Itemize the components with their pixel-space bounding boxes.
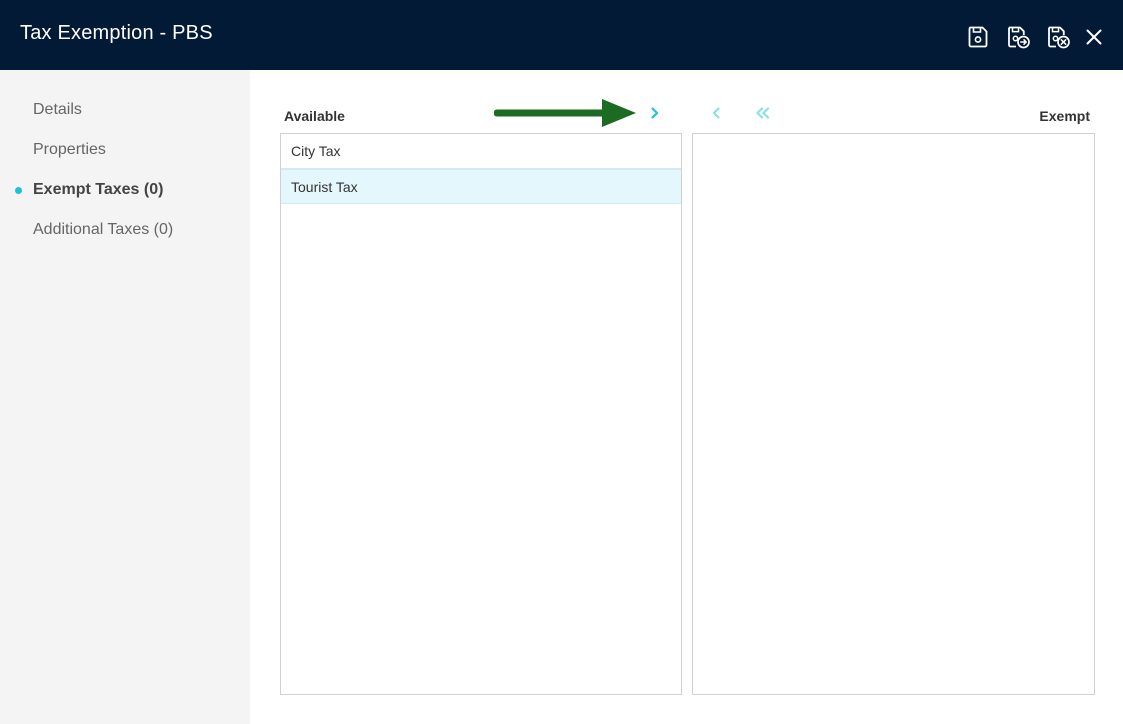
exempt-list-label: Exempt — [1039, 108, 1090, 124]
window-title: Tax Exemption - PBS — [20, 22, 213, 44]
exempt-list[interactable] — [692, 133, 1095, 695]
list-item-selected[interactable]: Tourist Tax — [281, 169, 681, 204]
window-header: Tax Exemption - PBS — [0, 0, 1123, 70]
move-left-button[interactable] — [706, 104, 726, 122]
save-and-close-icon[interactable] — [1045, 24, 1071, 50]
sidebar-item-details[interactable]: Details — [33, 101, 82, 119]
available-list-label: Available — [284, 108, 345, 124]
sidebar-item-additional-taxes[interactable]: Additional Taxes (0) — [33, 221, 173, 239]
active-indicator-dot — [15, 187, 22, 194]
move-all-left-button[interactable] — [752, 104, 772, 122]
sidebar: Details Properties Exempt Taxes (0) Addi… — [0, 70, 250, 724]
main-content: Available Exempt City Tax Tourist Tax — [250, 70, 1123, 724]
list-item[interactable]: City Tax — [281, 134, 681, 169]
close-icon[interactable] — [1081, 24, 1107, 50]
move-right-button[interactable] — [645, 104, 665, 122]
sidebar-item-properties[interactable]: Properties — [33, 141, 106, 159]
save-and-forward-icon[interactable] — [1005, 24, 1031, 50]
save-icon[interactable] — [965, 24, 991, 50]
pointer-arrow-annotation — [494, 99, 636, 127]
sidebar-item-exempt-taxes[interactable]: Exempt Taxes (0) — [33, 181, 163, 199]
available-list[interactable]: City Tax Tourist Tax — [280, 133, 682, 695]
